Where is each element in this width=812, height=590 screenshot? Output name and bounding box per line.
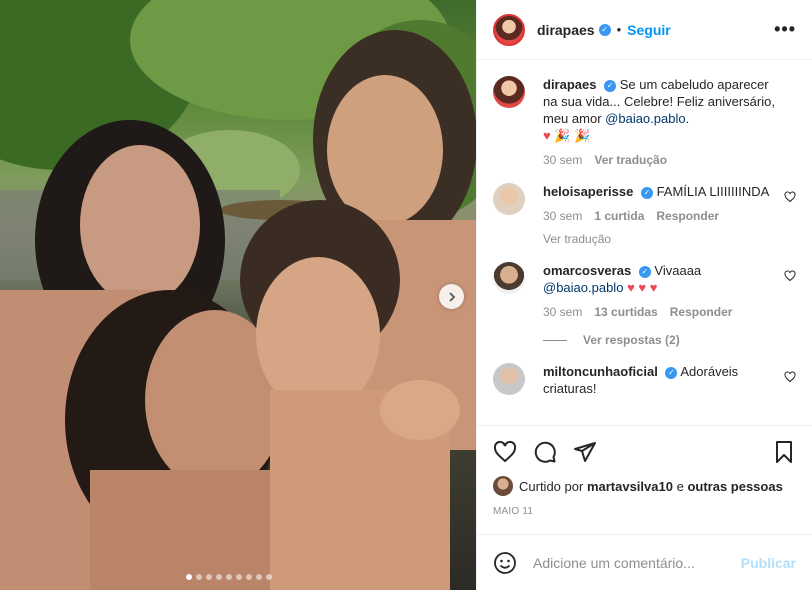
liked-by: Curtido por martavsilva10 e outras pesso…	[493, 476, 796, 496]
next-slide-button[interactable]	[439, 284, 464, 309]
share-send-icon[interactable]	[573, 440, 597, 464]
caption-time[interactable]: 30 sem	[543, 152, 582, 169]
comment-likes[interactable]: 1 curtida	[594, 208, 644, 225]
post-photo[interactable]	[0, 0, 476, 590]
liker-avatar[interactable]	[493, 476, 513, 496]
carousel-dot[interactable]	[216, 574, 222, 580]
follow-button[interactable]: Seguir	[627, 22, 671, 38]
carousel-dot[interactable]	[236, 574, 242, 580]
liked-by-prefix: Curtido por	[519, 478, 584, 494]
save-bookmark-icon[interactable]	[772, 440, 796, 464]
view-replies-label: Ver respostas (2)	[583, 333, 680, 347]
comment-username[interactable]: miltoncunhaoficial	[543, 364, 658, 379]
comment-username[interactable]: omarcosveras	[543, 263, 631, 278]
comment-text: Vivaaaa	[654, 263, 702, 278]
liked-by-others[interactable]: outras pessoas	[687, 479, 782, 494]
carousel-dot[interactable]	[246, 574, 252, 580]
comment-item: heloisaperisse ✓ FAMÍLIA LIIIIIIINDA 30 …	[493, 183, 796, 248]
like-comment-heart-icon[interactable]	[784, 270, 796, 282]
liked-by-suffix: e	[676, 478, 684, 494]
comment-mention[interactable]: @baiao.pablo	[543, 280, 623, 295]
view-replies-button[interactable]: Ver respostas (2)	[543, 333, 796, 347]
liked-by-user[interactable]: martavsilva10	[587, 479, 673, 494]
comment-item: miltoncunhaoficial ✓ Adoráveis criaturas…	[493, 363, 796, 397]
verified-badge-icon: ✓	[665, 366, 678, 379]
verified-badge-icon: ✓	[638, 265, 651, 278]
carousel-dot[interactable]	[206, 574, 212, 580]
chevron-right-icon	[448, 291, 455, 302]
like-heart-icon[interactable]	[493, 440, 517, 464]
carousel-dot[interactable]	[186, 574, 192, 580]
author-avatar[interactable]	[493, 13, 525, 46]
comment-likes[interactable]: 13 curtidas	[594, 304, 657, 321]
reply-button[interactable]: Responder	[656, 208, 719, 225]
commenter-avatar[interactable]	[493, 363, 525, 395]
caption-avatar[interactable]	[493, 76, 525, 108]
carousel-dot[interactable]	[226, 574, 232, 580]
carousel-indicator	[186, 574, 272, 580]
carousel-dot[interactable]	[256, 574, 262, 580]
instagram-post: dirapaes ✓ • Seguir ••• dirapaes ✓ Se um…	[0, 0, 812, 590]
separator: •	[616, 22, 622, 37]
carousel-dot[interactable]	[196, 574, 202, 580]
add-comment-bar: Publicar	[477, 534, 812, 590]
post-date[interactable]: MAIO 11	[493, 506, 796, 517]
replies-divider	[543, 339, 567, 341]
like-comment-heart-icon[interactable]	[784, 191, 796, 203]
comment-input[interactable]	[533, 554, 741, 571]
comments-list[interactable]: dirapaes ✓ Se um cabeludo aparecer na su…	[477, 60, 812, 425]
comment-time[interactable]: 30 sem	[543, 208, 582, 225]
verified-badge-icon: ✓	[640, 186, 653, 199]
caption-username[interactable]: dirapaes	[543, 77, 596, 92]
commenter-avatar[interactable]	[493, 183, 525, 215]
comment-translate-link[interactable]: Ver tradução	[543, 231, 780, 248]
publish-button[interactable]: Publicar	[741, 555, 796, 571]
comment-text: FAMÍLIA LIIIIIIINDA	[656, 184, 770, 199]
comment-username[interactable]: heloisaperisse	[543, 184, 633, 199]
post-header: dirapaes ✓ • Seguir •••	[477, 0, 812, 60]
commenter-avatar[interactable]	[493, 262, 525, 294]
more-options-icon[interactable]: •••	[774, 19, 796, 40]
verified-badge-icon: ✓	[604, 79, 617, 92]
comment-item: omarcosveras ✓ Vivaaaa @baiao.pablo ♥ ♥ …	[493, 262, 796, 321]
carousel-dot[interactable]	[266, 574, 272, 580]
caption-translate-link[interactable]: Ver tradução	[594, 152, 667, 169]
post-sidebar: dirapaes ✓ • Seguir ••• dirapaes ✓ Se um…	[476, 0, 812, 590]
comment-time[interactable]: 30 sem	[543, 304, 582, 321]
verified-badge-icon: ✓	[598, 23, 611, 36]
emoji-icon[interactable]	[493, 551, 517, 575]
caption-emojis: ♥ 🎉 🎉	[543, 128, 591, 143]
caption-mention[interactable]: @baiao.pablo.	[605, 111, 689, 126]
like-comment-heart-icon[interactable]	[784, 371, 796, 383]
caption: dirapaes ✓ Se um cabeludo aparecer na su…	[493, 76, 796, 169]
comment-bubble-icon[interactable]	[533, 440, 557, 464]
post-actions: Curtido por martavsilva10 e outras pesso…	[477, 425, 812, 530]
author-username[interactable]: dirapaes	[537, 22, 595, 38]
comment-hearts: ♥ ♥ ♥	[627, 280, 658, 295]
family-selfie-image	[0, 0, 476, 590]
reply-button[interactable]: Responder	[670, 304, 733, 321]
